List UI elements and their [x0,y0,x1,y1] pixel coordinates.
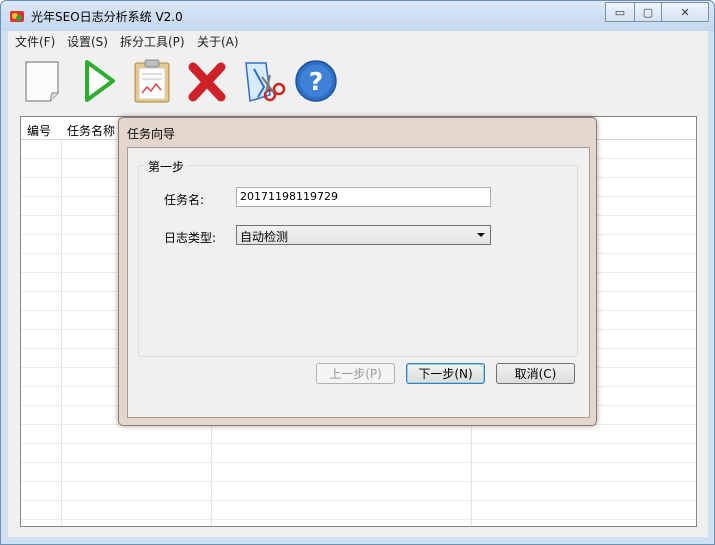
new-document-icon [25,61,59,102]
menu-bar: 文件(F) 设置(S) 拆分工具(P) 关于(A) [8,31,708,52]
grid-row-line [21,462,696,463]
dialog-body: 第一步 任务名: 20171198119729 日志类型: 自动检测 上一步(P… [127,147,590,418]
log-type-value: 自动检测 [240,230,289,244]
grid-row-line [21,481,696,482]
maximize-icon: ▢ [642,5,654,19]
column-divider [61,139,62,526]
menu-file[interactable]: 文件(F) [15,33,55,50]
previous-step-button[interactable]: 上一步(P) [316,363,395,384]
report-button[interactable] [130,57,176,105]
next-step-button[interactable]: 下一步(N) [406,363,485,384]
new-task-button[interactable] [22,57,68,105]
menu-split-tools[interactable]: 拆分工具(P) [120,33,185,50]
toolbar: ? [8,51,708,113]
task-name-field[interactable]: 20171198119729 [236,187,491,207]
play-icon [85,60,115,102]
svg-text:?: ? [309,67,324,96]
help-button[interactable]: ? [293,57,339,105]
start-button[interactable] [78,57,124,105]
delete-icon [188,62,226,102]
menu-settings[interactable]: 设置(S) [67,33,108,50]
close-icon: ✕ [680,5,690,19]
log-type-select[interactable]: 自动检测 [236,225,491,245]
delete-button[interactable] [184,57,230,105]
report-clipboard-icon [134,59,170,103]
close-button[interactable]: ✕ [661,2,709,22]
split-tool-button[interactable] [240,57,286,105]
grid-row-line [21,443,696,444]
minimize-icon: ▭ [614,5,626,19]
title-bar[interactable]: 光年SEO日志分析系统 V2.0 ▭ ▢ ✕ [1,1,714,31]
split-tool-icon [245,62,286,102]
column-header-id[interactable]: 编号 [27,122,51,139]
cancel-button[interactable]: 取消(C) [496,363,575,384]
task-wizard-dialog: 任务向导 第一步 任务名: 20171198119729 日志类型: 自动检测 … [118,117,597,426]
log-type-label: 日志类型: [164,231,217,245]
chevron-down-icon [477,233,485,237]
minimize-button[interactable]: ▭ [605,2,635,22]
dialog-title: 任务向导 [127,127,176,141]
grid-row-line [21,519,696,520]
maximize-button[interactable]: ▢ [634,2,662,22]
help-icon: ? [295,60,337,102]
grid-row-line [21,500,696,501]
menu-about[interactable]: 关于(A) [197,33,239,50]
window-title: 光年SEO日志分析系统 V2.0 [31,10,183,24]
column-header-task-name[interactable]: 任务名称 [67,122,115,139]
step-group: 第一步 任务名: 20171198119729 日志类型: 自动检测 [138,158,578,357]
step-group-label: 第一步 [145,158,188,175]
app-logo-icon [10,11,24,22]
task-name-label: 任务名: [164,193,205,207]
